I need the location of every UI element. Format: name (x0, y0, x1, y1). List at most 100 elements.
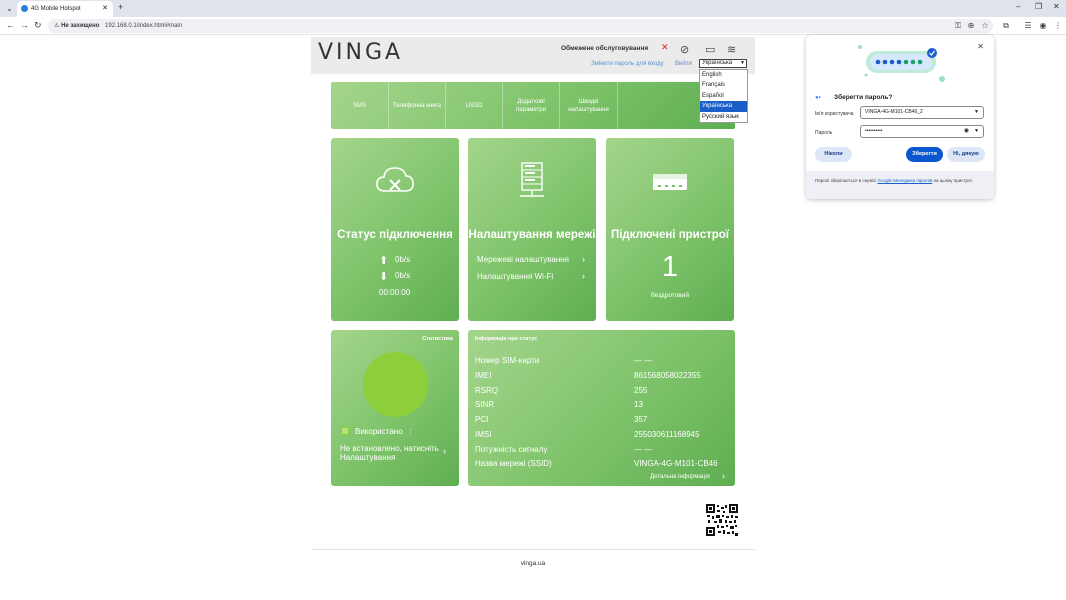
nav-quick-setup[interactable]: Швидкі налаштування (560, 82, 618, 129)
tab-close-icon[interactable]: ✕ (102, 1, 108, 17)
tab-manager-icon[interactable]: ☰ (1023, 21, 1033, 31)
forward-icon[interactable]: → (20, 20, 29, 30)
google-password-manager-icon: ●• (815, 95, 821, 101)
battery-icon: ▭ (705, 44, 716, 56)
bookmark-star-icon[interactable]: ☆ (980, 21, 990, 31)
connection-status-card[interactable]: Статус підключення ⬆ 0b/s ⬇ 0b/s 00:00:0… (331, 138, 459, 321)
new-tab-icon[interactable]: + (118, 2, 123, 12)
show-password-eye-icon[interactable]: ◉ (964, 126, 969, 137)
statistics-title: Статистика (422, 336, 453, 342)
info-row: SINR 13 (475, 400, 730, 414)
page-header: VINGA Обмежене обслуговування ✕ ⊘ ▭ ≋ Зм… (311, 37, 755, 74)
info-row: IMSI 255030611168945 (475, 430, 730, 444)
password-manager-link[interactable]: Google Менеджер паролів (878, 178, 933, 183)
info-row: Номер SIM-карти — — (475, 356, 730, 370)
network-settings-card[interactable]: Налаштування мережі Мережеві налаштуванн… (468, 138, 596, 321)
no-thanks-button[interactable]: Ні, дякую (947, 147, 985, 162)
url-text: 192.168.0.1/index.html#main (105, 23, 183, 29)
maximize-icon[interactable]: ❐ (1035, 2, 1042, 11)
network-settings-link[interactable]: Мережеві налаштування (477, 255, 569, 264)
info-value: 357 (634, 415, 648, 424)
upload-speed: 0b/s (395, 255, 411, 264)
tab-title: 4G Mobile Hotspot (31, 6, 81, 12)
chevron-down-icon: ▼ (974, 109, 979, 115)
change-password-link[interactable]: Змінити пароль для входу (591, 61, 664, 67)
info-key: Назва мережі (SSID) (475, 459, 552, 468)
info-key: IMSI (475, 430, 492, 439)
info-key: Потужність сигналу (475, 445, 548, 454)
back-icon[interactable]: ← (6, 20, 15, 30)
info-row: Потужність сигналу — — (475, 445, 730, 459)
profile-icon[interactable]: ◉ (1038, 21, 1048, 31)
favicon-icon (21, 5, 28, 12)
device-type: бездротовий (650, 292, 690, 299)
nav-sms[interactable]: SMS (331, 82, 389, 129)
language-option[interactable]: Русский язык (700, 112, 747, 122)
browser-tab[interactable]: 4G Mobile Hotspot ✕ (17, 1, 113, 17)
usage-pie-chart (363, 352, 428, 417)
chevron-down-icon: ▼ (740, 60, 745, 66)
qr-code-image (706, 504, 738, 536)
network-settings-title: Налаштування мережі (468, 229, 596, 241)
chevron-right-icon: › (443, 446, 446, 456)
nav-phonebook[interactable]: Телефонна книга (389, 82, 446, 129)
detail-info-link[interactable]: Детальна інформація (650, 474, 710, 480)
info-key: Номер SIM-карти (475, 356, 540, 365)
chevron-down-icon: ▼ (974, 128, 979, 134)
cloud-disconnected-icon (376, 167, 414, 192)
info-value: — — (634, 356, 653, 365)
language-option[interactable]: Español (700, 91, 747, 101)
language-option[interactable]: Français (700, 80, 747, 90)
used-legend-swatch (341, 427, 349, 435)
password-field[interactable]: •••••••••• ◉ ▼ (860, 125, 984, 138)
logout-link[interactable]: Вийти (675, 61, 692, 67)
info-key: SINR (475, 400, 495, 409)
dialog-title: Зберегти пароль? (834, 94, 893, 101)
nav-ussd[interactable]: USSD (446, 82, 503, 129)
minimize-icon[interactable]: – (1016, 2, 1020, 11)
info-row: RSRQ 255 (475, 386, 730, 400)
info-value: — — (634, 445, 653, 454)
save-button[interactable]: Зберегти (906, 147, 943, 162)
password-value: •••••••••• (865, 128, 883, 134)
extensions-icon[interactable]: ⧉ (1001, 21, 1011, 31)
router-device-icon (653, 174, 687, 190)
server-icon (520, 162, 544, 197)
window-close-icon[interactable]: ✕ (1053, 2, 1060, 11)
language-option[interactable]: English (700, 70, 747, 80)
language-option-selected[interactable]: Українська (700, 101, 747, 112)
wifi-icon: ≋ (727, 44, 737, 56)
info-value: 255030611168945 (634, 430, 700, 439)
connection-status-title: Статус підключення (337, 229, 453, 241)
chevron-right-icon: › (722, 471, 725, 481)
chevron-right-icon: › (582, 254, 585, 264)
info-row: Назва мережі (SSID) VINGA-4G-M101-CB46 (475, 459, 730, 473)
info-value: 255 (634, 386, 648, 395)
upload-arrow-icon: ⬆ (379, 255, 389, 267)
statistics-panel: Статистика Використано : Не встановлено,… (331, 330, 459, 486)
tab-search-icon[interactable]: ⌄ (4, 3, 15, 14)
password-label: Пароль (815, 130, 833, 136)
not-set-link[interactable]: Не встановлено, натисніть Налаштування (340, 444, 446, 462)
dialog-close-icon[interactable]: ✕ (977, 42, 984, 51)
password-key-icon[interactable]: ⚿ (953, 21, 963, 31)
browser-menu-icon[interactable]: ⋮ (1053, 21, 1063, 31)
wifi-settings-link[interactable]: Налаштування Wi-Fi (477, 272, 553, 281)
info-value: 861568058022355 (634, 371, 701, 380)
zoom-icon[interactable]: ⊕ (966, 21, 976, 31)
language-select[interactable]: Українська ▼ (699, 59, 747, 68)
username-label: Ім'я користувача (815, 111, 854, 117)
connection-time: 00:00:00 (379, 288, 411, 297)
chevron-right-icon: › (582, 271, 585, 281)
never-button[interactable]: Ніколи (815, 147, 852, 162)
used-label-text: Використано (355, 427, 403, 436)
nav-advanced[interactable]: Додаткові параметри (503, 82, 560, 129)
username-field[interactable]: VINGA-4G-M101-CB46_2 ▼ (860, 106, 984, 119)
username-value: VINGA-4G-M101-CB46_2 (865, 109, 923, 115)
footer-link[interactable]: vinga.ua (311, 560, 755, 567)
info-value: 13 (634, 400, 643, 409)
sim-error-icon: ⊘ (680, 44, 690, 56)
address-bar[interactable]: ⚠ Не захищено 192.168.0.1/index.html#mai… (48, 19, 993, 33)
reload-icon[interactable]: ↻ (34, 20, 42, 31)
connected-devices-card[interactable]: Підключені пристрої 1 бездротовий (606, 138, 734, 321)
